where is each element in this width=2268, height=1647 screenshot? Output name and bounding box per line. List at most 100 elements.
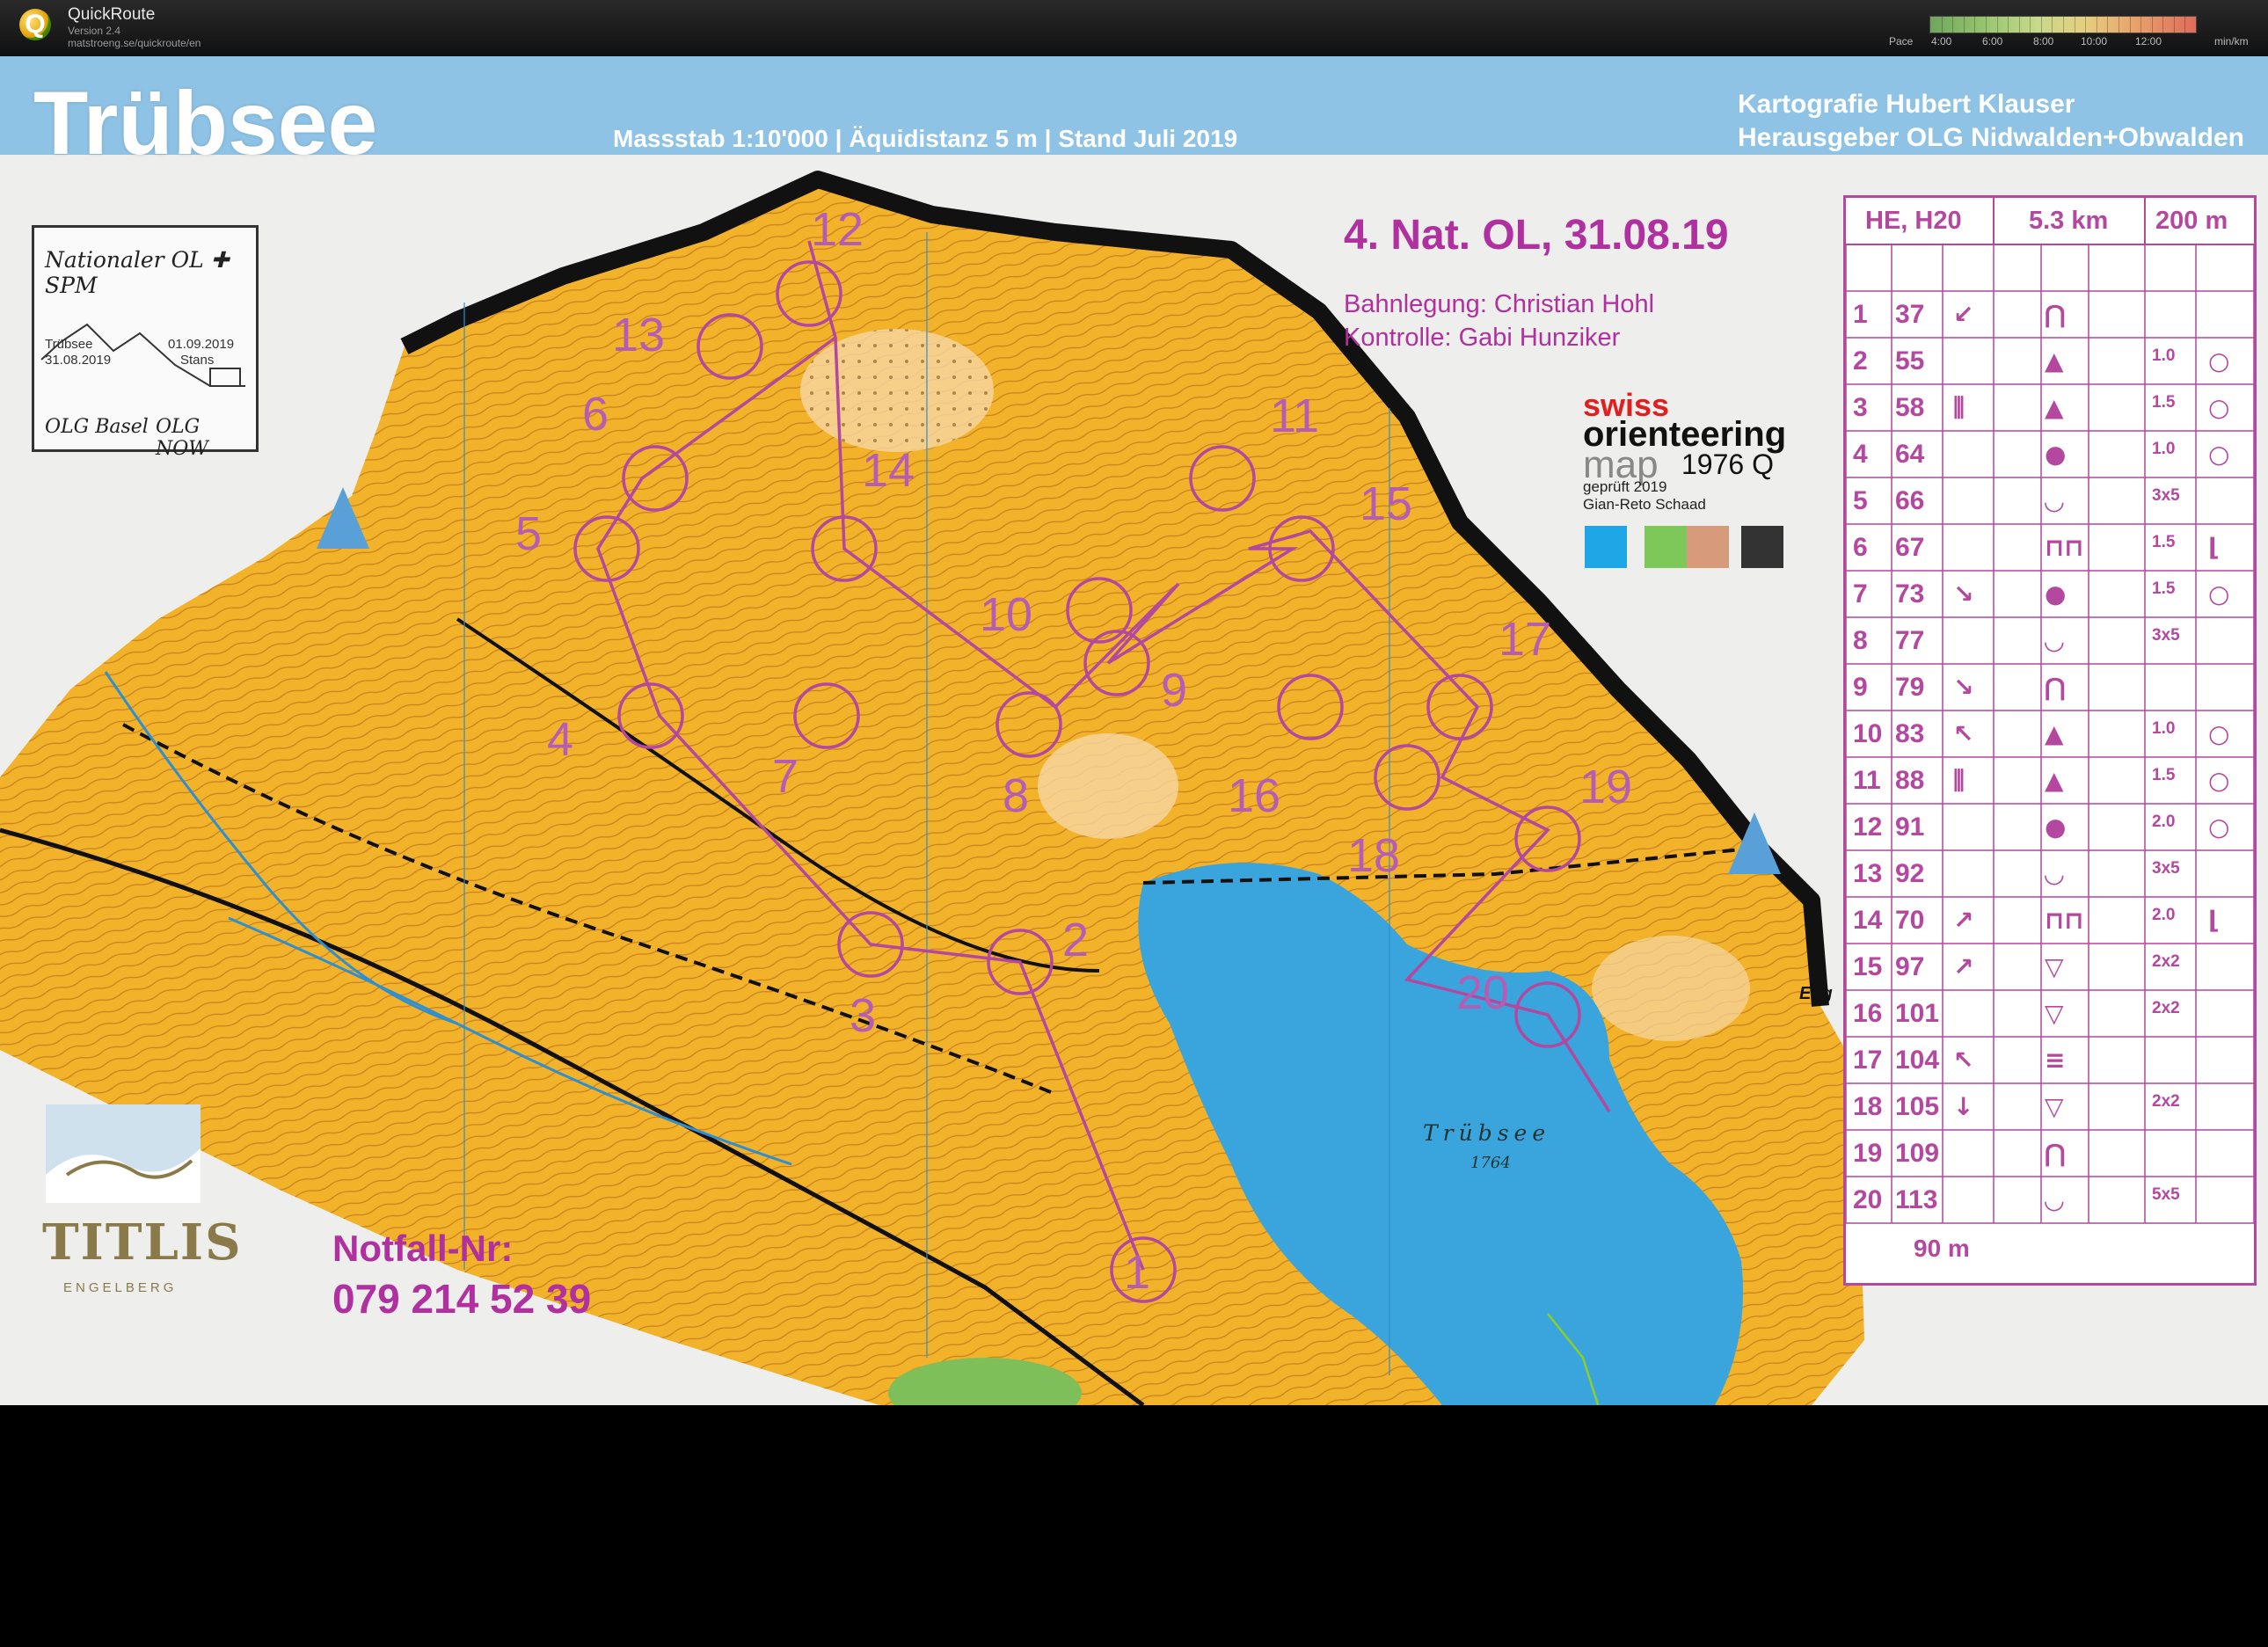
control-sequence-number: 14	[1853, 906, 1883, 935]
control-number: 13	[612, 309, 666, 361]
pace-scale-tick	[2018, 17, 2020, 33]
control-direction-icon: ↓	[1953, 1092, 1974, 1121]
pace-scale-tick	[2184, 17, 2186, 33]
control-feature-icon: ●	[2045, 440, 2067, 469]
control-feature-icon: ▽	[2045, 1092, 2064, 1121]
control-code: 113	[1895, 1185, 1938, 1214]
pace-color-scale[interactable]	[1929, 16, 2197, 33]
control-code: 55	[1895, 346, 1925, 375]
control-number: 9	[1161, 664, 1188, 717]
pace-tick: 4:00	[1931, 35, 1952, 47]
pace-scale-tick	[2107, 17, 2109, 33]
place-label: Eng	[1799, 984, 1833, 1003]
control-code: 58	[1895, 393, 1925, 422]
control-feature-icon: ◡	[2045, 626, 2064, 655]
control-number: 16	[1228, 769, 1281, 822]
pace-tick: 8:00	[2033, 35, 2054, 47]
control-dimension: 2.0	[2152, 813, 2176, 831]
inset-place: Stans	[180, 353, 215, 368]
pace-scale-tick	[1963, 17, 1965, 33]
pace-scale-tick	[2173, 17, 2175, 33]
control-code: 66	[1895, 486, 1925, 515]
control-sequence-number: 19	[1853, 1139, 1883, 1168]
control-location-icon: ○	[2208, 346, 2230, 375]
course-length: 5.3 km	[2029, 207, 2109, 235]
control-code: 79	[1895, 673, 1925, 702]
control-sequence-number: 7	[1853, 579, 1868, 609]
control-number: 15	[1360, 477, 1413, 530]
publisher-text: Herausgeber OLG Nidwalden+Obwalden	[1738, 123, 2244, 152]
control-code: 37	[1895, 300, 1925, 329]
lake-name: Trübsee	[1423, 1120, 1551, 1146]
pace-label: Pace	[1889, 35, 1914, 47]
control-dimension: 1.0	[2152, 719, 2176, 738]
control-sequence-number: 20	[1853, 1185, 1883, 1214]
control-number: 2	[1062, 914, 1090, 966]
control-sequence-number: 8	[1853, 626, 1868, 655]
pace-scale-tick	[2151, 17, 2153, 33]
lake-elevation: 1764	[1470, 1154, 1511, 1172]
color-swatch	[1687, 526, 1729, 568]
inset-place: Trübsee	[45, 337, 93, 352]
map-canvas[interactable]: Trübsee Massstab 1:10'000 | Äquidistanz …	[0, 56, 2268, 1405]
control-dimension: 2x2	[2152, 1092, 2180, 1111]
control-sequence-number: 4	[1853, 440, 1868, 469]
control-code: 67	[1895, 533, 1925, 562]
control-code: 64	[1895, 440, 1925, 469]
control-code: 88	[1895, 766, 1925, 795]
control-location-icon: ⌊	[2208, 906, 2220, 935]
control-sequence-number: 12	[1853, 813, 1883, 842]
control-dimension: 2x2	[2152, 952, 2180, 971]
control-number: 10	[980, 588, 1033, 641]
app-url[interactable]: matstroeng.se/quickroute/en	[68, 37, 201, 49]
pace-scale-tick	[1952, 17, 1954, 33]
control-code: 109	[1895, 1139, 1940, 1168]
control-feature-icon: ▲	[2045, 393, 2064, 422]
event-inset-box: Nationaler OL ✚ SPM Trübsee 31.08.2019 0…	[32, 225, 259, 460]
control-feature-icon: ▲	[2045, 766, 2064, 795]
finish-distance: 90 m	[1914, 1235, 1970, 1262]
control-feature-icon: ⊓⊓	[2045, 906, 2084, 935]
cartographer-text: Kartografie Hubert Klauser	[1738, 90, 2075, 119]
control-dimension: 2x2	[2152, 999, 2180, 1017]
control-direction-icon: ⫼	[1953, 766, 1965, 795]
engelberg-wordmark: ENGELBERG	[63, 1280, 178, 1295]
control-number: 11	[1270, 390, 1320, 442]
event-title: 4. Nat. OL, 31.08.19	[1344, 212, 1729, 259]
control-sequence-number: 5	[1853, 486, 1868, 515]
control-dimension: 3x5	[2152, 859, 2180, 878]
pace-unit: min/km	[2214, 35, 2249, 47]
control-dimension: 5x5	[2152, 1185, 2180, 1204]
control-feature-icon: ●	[2045, 813, 2067, 842]
inset-club: OLG NOW	[156, 416, 208, 460]
control-feature-icon: ⋂	[2045, 1139, 2066, 1168]
control-location-icon: ○	[2208, 440, 2230, 469]
control-dimension: 1.0	[2152, 440, 2176, 458]
control-sequence-number: 17	[1853, 1046, 1883, 1075]
quickroute-logo-icon: Q	[19, 9, 51, 40]
control-number: 6	[582, 388, 609, 441]
control-dimension: 1.5	[2152, 579, 2176, 598]
course-setter: Bahnlegung: Christian Hohl	[1344, 290, 1655, 318]
pace-scale-tick	[2008, 17, 2009, 33]
inset-date: 31.08.2019	[45, 353, 112, 368]
control-dimension: 2.0	[2152, 906, 2176, 924]
pace-scale-tick	[1941, 17, 1943, 33]
pace-tick: 12:00	[2135, 35, 2162, 47]
control-feature-icon: ◡	[2045, 1185, 2064, 1214]
control-sequence-number: 10	[1853, 719, 1883, 748]
control-feature-icon: ⋂	[2045, 300, 2066, 329]
pace-scale-tick	[1985, 17, 1987, 33]
control-sequence-number: 13	[1853, 859, 1883, 888]
inset-date: 01.09.2019	[168, 337, 235, 352]
control-number: 14	[862, 444, 915, 497]
control-feature-icon: ▲	[2045, 719, 2064, 748]
control-number: 3	[850, 989, 877, 1042]
pace-scale-tick	[2140, 17, 2142, 33]
control-number: 5	[515, 507, 543, 560]
pace-tick: 6:00	[1982, 35, 2003, 47]
control-feature-icon: ▽	[2045, 952, 2064, 981]
control-sequence-number: 15	[1853, 952, 1883, 981]
control-sequence-number: 2	[1853, 346, 1868, 375]
map-scale-text: Massstab 1:10'000 | Äquidistanz 5 m | St…	[613, 125, 1238, 152]
